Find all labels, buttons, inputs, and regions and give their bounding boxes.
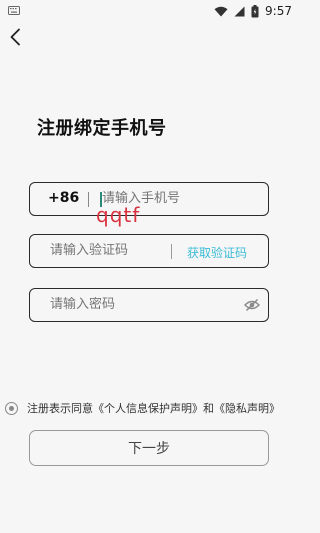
password-input[interactable] <box>50 297 230 313</box>
agreement-text[interactable]: 注册表示同意《个人信息保护声明》和《隐私声明》 <box>27 400 280 416</box>
overlay-text: qqtf <box>96 203 141 227</box>
agreement-row: 注册表示同意《个人信息保护声明》和《隐私声明》 <box>5 400 280 416</box>
password-field <box>29 288 269 322</box>
status-bar: 9:57 <box>0 0 300 22</box>
next-button[interactable]: 下一步 <box>29 430 269 466</box>
signal-icon <box>234 6 245 16</box>
battery-icon <box>251 4 259 17</box>
wifi-icon <box>214 6 228 16</box>
eye-off-icon[interactable] <box>244 298 260 312</box>
get-code-button[interactable]: 获取验证码 <box>187 244 247 261</box>
radio-dot <box>9 405 14 411</box>
status-icons: 9:57 <box>214 3 292 19</box>
page-title: 注册绑定手机号 <box>37 118 167 139</box>
keyboard-icon <box>8 6 20 15</box>
verification-code-input[interactable] <box>50 243 170 259</box>
divider <box>171 244 172 259</box>
back-button[interactable] <box>4 26 26 48</box>
status-time: 9:57 <box>265 4 292 18</box>
country-code[interactable]: +86 <box>48 190 79 206</box>
divider <box>88 192 89 207</box>
agreement-radio[interactable] <box>5 401 18 415</box>
back-arrow-icon <box>10 28 20 46</box>
phone-field: +86 <box>29 182 269 216</box>
verification-code-field: 获取验证码 <box>29 234 269 268</box>
